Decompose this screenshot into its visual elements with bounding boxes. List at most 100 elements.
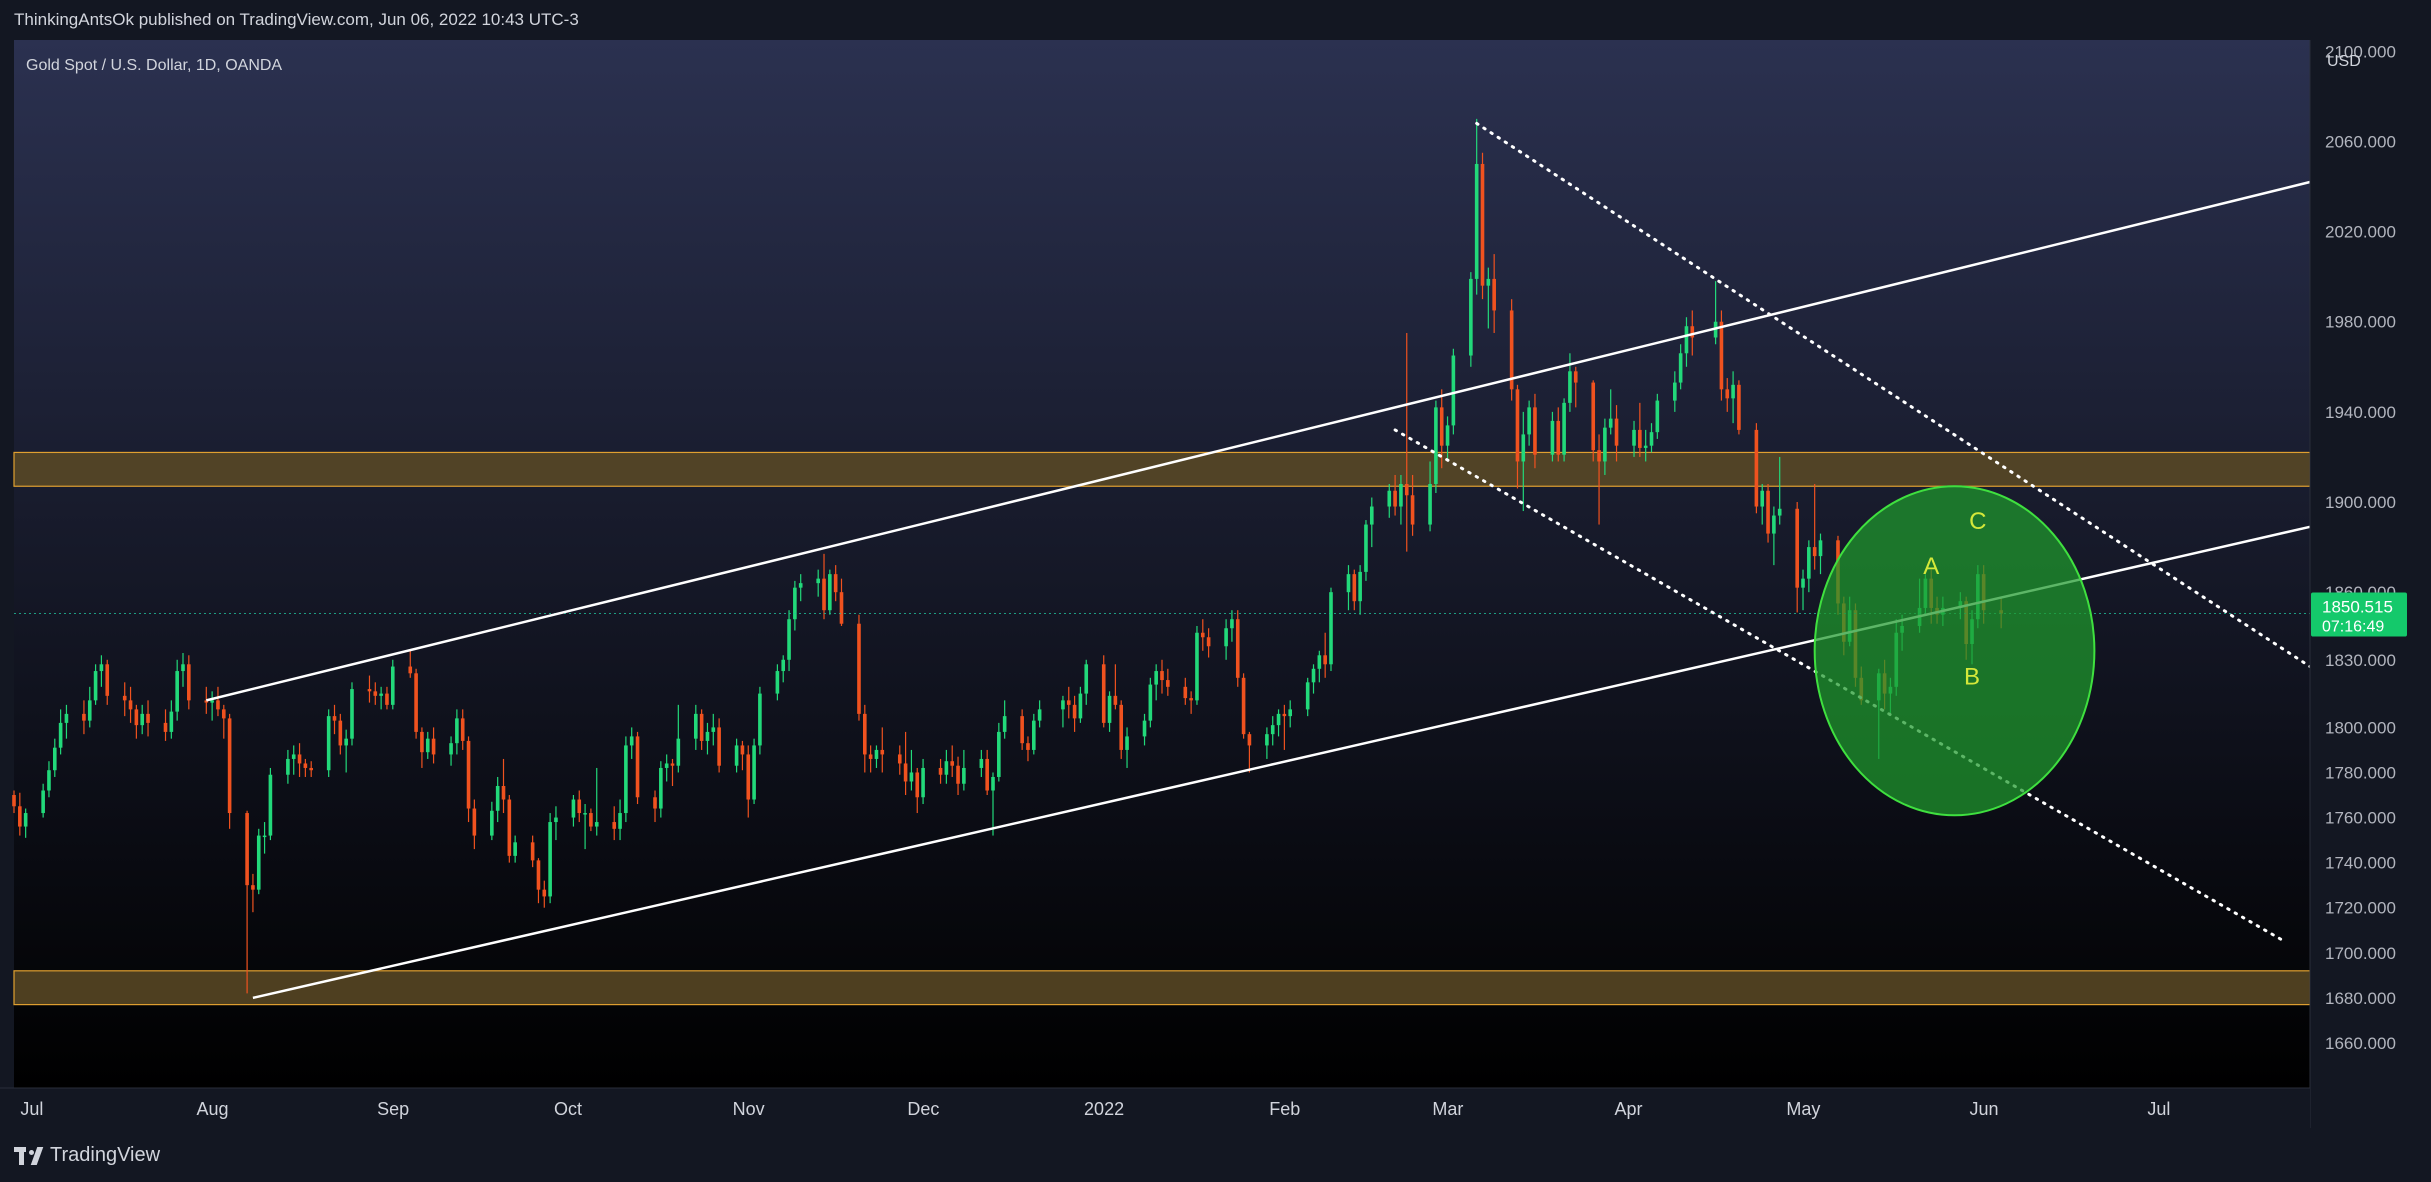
candle-body — [1777, 508, 1782, 516]
candle-body — [47, 770, 51, 791]
candle-body — [1317, 655, 1322, 669]
candle-body — [256, 835, 261, 890]
candle-body — [752, 745, 756, 800]
candle-body — [23, 813, 28, 827]
candle-body — [1515, 389, 1520, 462]
candle-body — [775, 671, 780, 694]
candle-body — [1166, 680, 1170, 687]
candle-body — [577, 799, 582, 814]
candle-body — [612, 822, 617, 829]
candle-body — [1002, 716, 1007, 732]
support-resistance-zone[interactable] — [13, 970, 2311, 1006]
last-price-badge: 1850.515 07:16:49 — [2311, 592, 2407, 637]
footer-bar: TradingView — [0, 1128, 2431, 1182]
candle-body — [1142, 720, 1147, 737]
y-tick-label: 1740.000 — [2325, 854, 2396, 873]
candle — [1329, 587, 1333, 672]
candle-body — [373, 691, 378, 696]
candle-body — [1154, 671, 1158, 685]
candle-body — [862, 713, 867, 755]
candle-body — [956, 765, 960, 784]
candle — [752, 738, 756, 805]
candle-body — [146, 713, 150, 723]
tradingview-brand: TradingView — [50, 1144, 161, 1166]
candle-body — [507, 799, 512, 856]
candle-body — [664, 763, 669, 768]
candle — [256, 828, 261, 895]
candle-body — [1690, 326, 1695, 338]
y-tick-label: 1940.000 — [2325, 403, 2396, 422]
candle-body — [1276, 713, 1281, 726]
candle — [548, 813, 552, 904]
candle-body — [309, 767, 314, 771]
candle-body — [227, 718, 232, 814]
candle-body — [897, 754, 902, 764]
candle-body — [163, 722, 168, 732]
chart-area[interactable]: ABC 2100.000 2060.000 2020.000 1980.000 1940… — [0, 40, 2431, 1128]
candle-body — [1072, 704, 1077, 719]
candle-body — [583, 813, 587, 815]
candle-body — [41, 790, 45, 814]
candle-body — [1766, 490, 1770, 534]
candle-body — [1591, 382, 1596, 451]
y-tick-label: 1830.000 — [2325, 651, 2396, 670]
candle-body — [1148, 684, 1153, 721]
support-resistance-zone[interactable] — [13, 451, 2311, 487]
publisher-bar: ThinkingAntsOk published on TradingView.… — [0, 0, 2431, 40]
candle-body — [425, 738, 430, 753]
candle-body — [268, 774, 273, 836]
candle-body — [1189, 698, 1193, 701]
candle-body — [1469, 278, 1473, 356]
candle-body — [1078, 693, 1083, 719]
x-tick-label: Sep — [377, 1099, 409, 1119]
candle-body — [1200, 632, 1205, 638]
candle-body — [1224, 628, 1228, 647]
candle-body — [659, 767, 663, 809]
candle — [1241, 673, 1246, 739]
candle — [1469, 272, 1473, 367]
candle-body — [87, 700, 92, 721]
candle-body — [367, 689, 372, 692]
y-axis-unit: USD — [2327, 53, 2361, 70]
candle-body — [793, 587, 797, 620]
chart-title: Gold Spot / U.S. Dollar, 1D, OANDA — [26, 57, 282, 74]
candle-body — [635, 736, 640, 798]
candle-body — [332, 716, 337, 721]
candle-body — [286, 758, 290, 775]
candlestick-chart[interactable]: ABC 2100.0002060.0002020.0001980.0001940… — [0, 40, 2431, 1128]
candle-body — [874, 749, 879, 759]
highlight-circle[interactable] — [1813, 485, 2096, 817]
publisher-line: ThinkingAntsOk published on TradingView.… — [14, 10, 579, 29]
x-tick-label: May — [1786, 1099, 1820, 1119]
candle-body — [134, 709, 139, 726]
candle-body — [1731, 384, 1735, 399]
candle-body — [1818, 540, 1823, 557]
x-tick-label: 2022 — [1084, 1099, 1124, 1119]
candle-body — [542, 889, 547, 897]
candle — [1591, 380, 1596, 462]
candle-body — [740, 745, 745, 755]
candle-body — [670, 763, 675, 766]
candle-body — [420, 731, 424, 753]
candle-body — [262, 835, 267, 838]
candle-body — [787, 619, 791, 660]
candle — [1737, 380, 1741, 435]
candle-body — [1439, 407, 1444, 446]
candle-body — [414, 673, 418, 732]
candle-body — [1020, 716, 1024, 744]
candle-body — [1486, 278, 1491, 286]
candle — [758, 686, 762, 755]
candle-body — [554, 817, 558, 823]
x-tick-label: Nov — [733, 1099, 765, 1119]
tradingview-logo[interactable]: TradingView — [14, 1144, 160, 1167]
candle-body — [1632, 429, 1636, 446]
candle-body — [1451, 355, 1456, 426]
candle-body — [1288, 709, 1293, 717]
candle-body — [326, 716, 331, 771]
candle-body — [903, 763, 908, 782]
candle-body — [344, 738, 348, 746]
candle-body — [1527, 407, 1531, 435]
candle-body — [734, 745, 739, 766]
candle-body — [822, 578, 826, 611]
candle-body — [1608, 418, 1613, 428]
